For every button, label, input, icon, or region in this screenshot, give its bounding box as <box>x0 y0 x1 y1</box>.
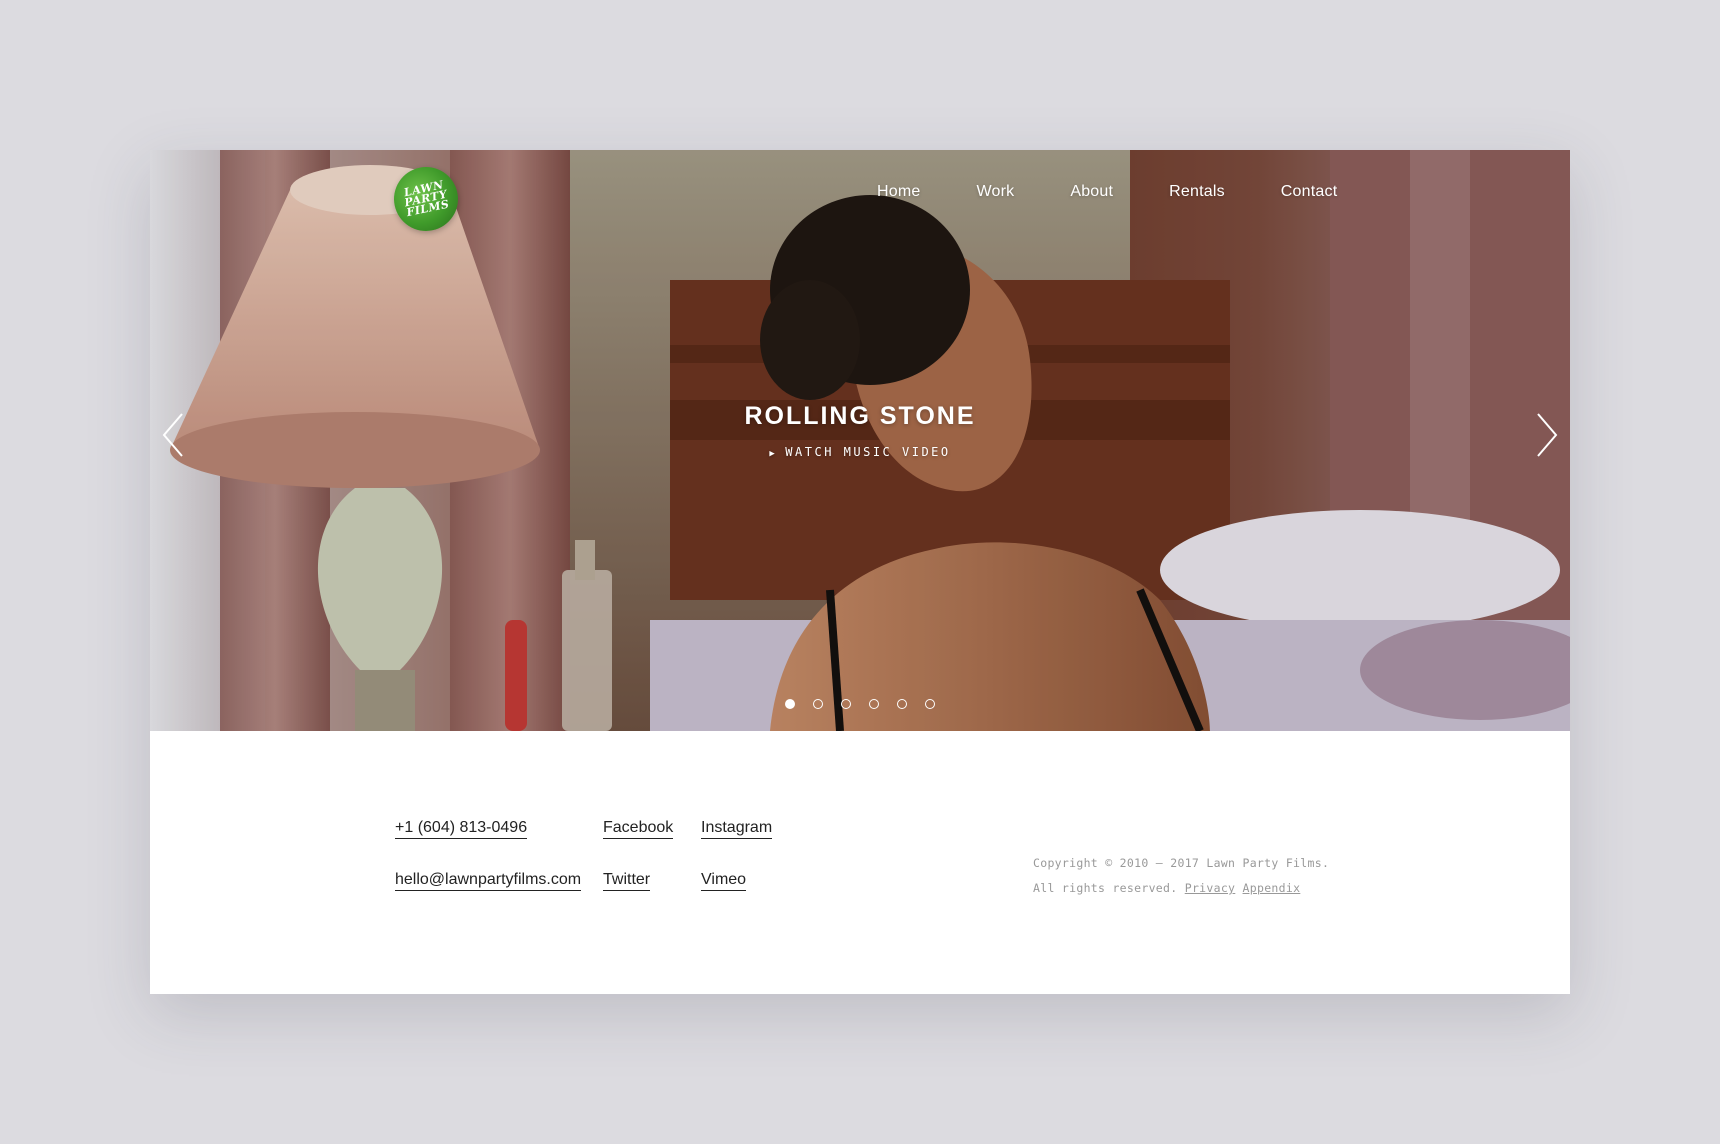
main-navigation: Home Work About Rentals Contact <box>877 183 1337 201</box>
slide-dot-1[interactable] <box>785 699 795 709</box>
nav-item-about[interactable]: About <box>1070 183 1113 201</box>
facebook-link[interactable]: Facebook <box>603 819 674 839</box>
watch-music-video-label: WATCH MUSIC VIDEO <box>785 445 951 459</box>
phone-link[interactable]: +1 (604) 813-0496 <box>395 819 528 839</box>
email-link[interactable]: hello@lawnpartyfilms.com <box>395 871 582 891</box>
nav-item-contact[interactable]: Contact <box>1281 183 1338 201</box>
play-icon: ▶ <box>769 449 778 459</box>
vimeo-link[interactable]: Vimeo <box>701 871 747 891</box>
slide-dot-5[interactable] <box>897 699 907 709</box>
site-footer: +1 (604) 813-0496 hello@lawnpartyfilms.c… <box>150 731 1570 994</box>
instagram-link[interactable]: Instagram <box>701 819 773 839</box>
twitter-link[interactable]: Twitter <box>603 871 651 891</box>
website-frame: LAWN PARTY FILMS Home Work About Rentals… <box>150 150 1570 994</box>
nav-item-work[interactable]: Work <box>976 183 1014 201</box>
rights-reserved-text: All rights reserved. <box>1033 881 1178 895</box>
slide-dot-6[interactable] <box>925 699 935 709</box>
appendix-link[interactable]: Appendix <box>1243 881 1301 895</box>
copyright-line-2: All rights reserved. Privacy Appendix <box>1033 876 1329 901</box>
slide-dot-3[interactable] <box>841 699 851 709</box>
slide-dot-2[interactable] <box>813 699 823 709</box>
slide-dot-4[interactable] <box>869 699 879 709</box>
watch-music-video-link[interactable]: ▶ WATCH MUSIC VIDEO <box>150 445 1570 459</box>
copyright-notice: Copyright © 2010 – 2017 Lawn Party Films… <box>1033 851 1329 901</box>
hero-slider: LAWN PARTY FILMS Home Work About Rentals… <box>150 150 1570 731</box>
hero-background-photo <box>150 150 1570 731</box>
privacy-link[interactable]: Privacy <box>1185 881 1236 895</box>
slide-pagination <box>785 699 935 709</box>
copyright-line-1: Copyright © 2010 – 2017 Lawn Party Films… <box>1033 856 1330 870</box>
slide-title: ROLLING STONE <box>744 402 976 430</box>
nav-item-rentals[interactable]: Rentals <box>1169 183 1225 201</box>
nav-item-home[interactable]: Home <box>877 183 920 201</box>
